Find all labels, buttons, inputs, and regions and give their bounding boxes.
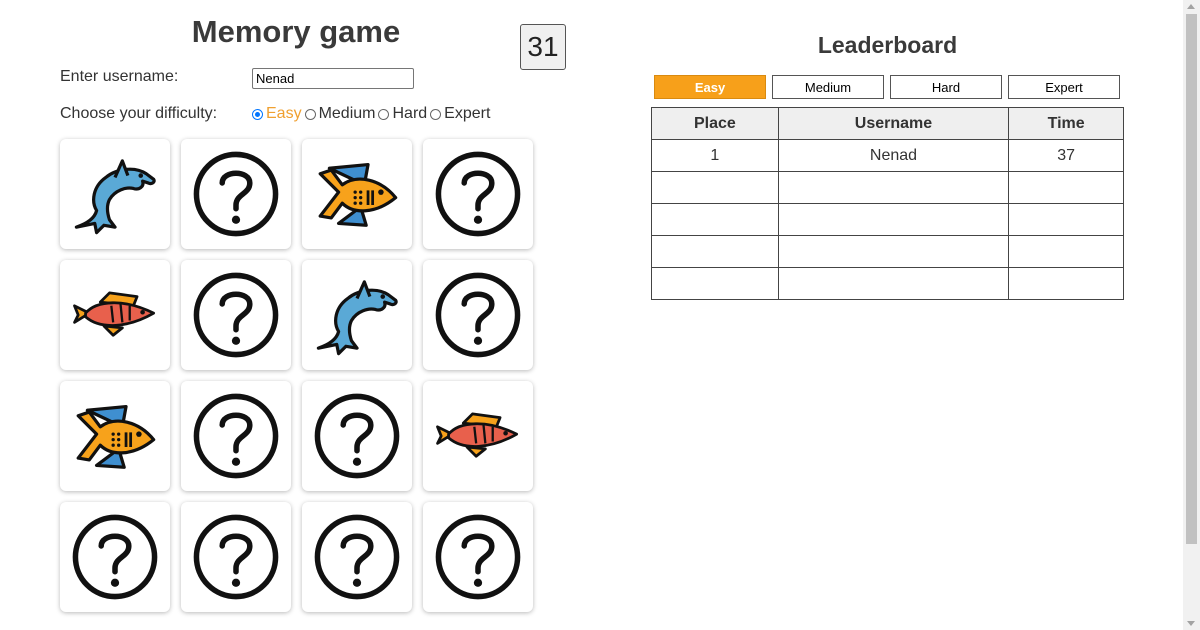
- tab-expert[interactable]: Expert: [1008, 75, 1120, 99]
- cell-place: 1: [651, 139, 779, 172]
- leaderboard-table: Place Username Time 1 Nenad 37: [651, 107, 1124, 300]
- memory-card[interactable]: [181, 139, 291, 249]
- difficulty-option-label: Hard: [392, 105, 428, 122]
- memory-card[interactable]: [60, 139, 170, 249]
- table-row: [651, 203, 1124, 236]
- vertical-scrollbar[interactable]: [1183, 0, 1200, 630]
- difficulty-radio-group: Easy Medium Hard Expert: [252, 104, 493, 124]
- memory-card[interactable]: [181, 381, 291, 491]
- difficulty-option-label: Medium: [318, 105, 376, 122]
- table-row: [651, 235, 1124, 268]
- memory-card[interactable]: [302, 139, 412, 249]
- cell-time: [1008, 235, 1124, 268]
- cell-place: [651, 235, 779, 268]
- question-icon: [311, 390, 403, 482]
- column-header-time: Time: [1008, 107, 1124, 140]
- cell-time: [1008, 203, 1124, 236]
- memory-card[interactable]: [181, 260, 291, 370]
- cell-username: [777, 171, 1010, 204]
- cell-time: [1008, 171, 1124, 204]
- scroll-down-icon[interactable]: [1187, 621, 1195, 626]
- cell-username: Nenad: [777, 139, 1010, 172]
- question-icon: [432, 269, 524, 361]
- memory-card[interactable]: [423, 502, 533, 612]
- radio-unchecked-icon[interactable]: [430, 108, 442, 120]
- cell-place: [651, 203, 779, 236]
- scrollbar-thumb[interactable]: [1186, 14, 1197, 544]
- cell-username: [777, 235, 1010, 268]
- page-title: Memory game: [191, 14, 401, 49]
- difficulty-radio-expert[interactable]: Expert: [430, 105, 490, 123]
- difficulty-option-label: Expert: [444, 105, 491, 122]
- red-fish-icon: [432, 390, 524, 482]
- memory-card[interactable]: [60, 381, 170, 491]
- column-header-username: Username: [777, 107, 1010, 140]
- scroll-up-icon[interactable]: [1187, 4, 1195, 9]
- radio-checked-icon[interactable]: [252, 108, 263, 120]
- timer-display: 31: [520, 24, 566, 70]
- yellow-fish-icon: [69, 390, 161, 482]
- yellow-fish-icon: [311, 148, 403, 240]
- username-input[interactable]: [252, 68, 414, 89]
- memory-card[interactable]: [181, 502, 291, 612]
- question-icon: [190, 148, 282, 240]
- cell-place: [651, 171, 779, 204]
- difficulty-radio-medium[interactable]: Medium: [304, 105, 376, 123]
- question-icon: [432, 148, 524, 240]
- cell-time: [1008, 267, 1124, 300]
- memory-card[interactable]: [423, 381, 533, 491]
- memory-card[interactable]: [302, 260, 412, 370]
- tab-medium[interactable]: Medium: [772, 75, 884, 99]
- radio-unchecked-icon[interactable]: [378, 108, 390, 120]
- question-icon: [69, 511, 161, 603]
- username-label: Enter username:: [60, 68, 179, 85]
- memory-card[interactable]: [423, 139, 533, 249]
- table-header-row: Place Username Time: [651, 107, 1124, 140]
- memory-card[interactable]: [60, 502, 170, 612]
- difficulty-option-label: Easy: [266, 105, 302, 122]
- table-row: [651, 267, 1124, 300]
- leaderboard-title: Leaderboard: [817, 32, 958, 58]
- memory-card[interactable]: [302, 381, 412, 491]
- table-row: [651, 171, 1124, 204]
- radio-unchecked-icon[interactable]: [304, 108, 316, 120]
- cell-username: [777, 203, 1010, 236]
- column-header-place: Place: [651, 107, 779, 140]
- table-row: 1 Nenad 37: [651, 139, 1124, 172]
- difficulty-label: Choose your difficulty:: [60, 105, 218, 122]
- tab-hard[interactable]: Hard: [890, 75, 1002, 99]
- dolphin-icon: [69, 148, 161, 240]
- cell-username: [777, 267, 1010, 300]
- difficulty-radio-hard[interactable]: Hard: [378, 105, 427, 123]
- tab-easy[interactable]: Easy: [654, 75, 766, 99]
- question-icon: [432, 511, 524, 603]
- question-icon: [190, 269, 282, 361]
- dolphin-icon: [311, 269, 403, 361]
- question-icon: [190, 390, 282, 482]
- memory-card[interactable]: [60, 260, 170, 370]
- memory-card[interactable]: [302, 502, 412, 612]
- red-fish-icon: [69, 269, 161, 361]
- question-icon: [311, 511, 403, 603]
- question-icon: [190, 511, 282, 603]
- cell-time: 37: [1008, 139, 1124, 172]
- memory-card[interactable]: [423, 260, 533, 370]
- cell-place: [651, 267, 779, 300]
- difficulty-radio-easy[interactable]: Easy: [252, 105, 302, 123]
